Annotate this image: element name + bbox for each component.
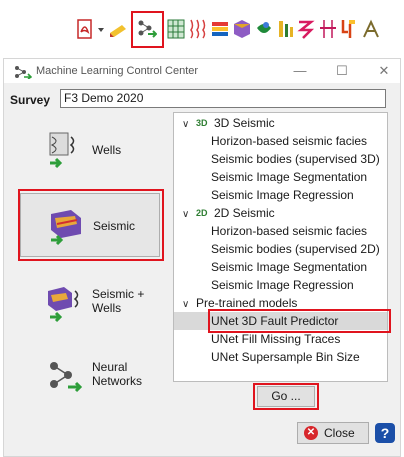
analysis-icon[interactable] xyxy=(361,18,381,40)
2d-seismic-icon: 2D xyxy=(196,208,208,218)
dropdown-arrow-icon[interactable] xyxy=(96,18,106,40)
well-logs-icon[interactable] xyxy=(188,18,208,40)
method-tree: ∨ 3D 3D Seismic Horizon-based seismic faci… xyxy=(173,112,388,382)
tree-item[interactable]: Seismic Image Segmentation xyxy=(174,258,387,276)
svg-text:3D: 3D xyxy=(196,118,208,128)
pencil-icon[interactable] xyxy=(108,18,128,40)
seismic-wells-label-line1: Seismic + xyxy=(92,287,145,301)
log-tools-icon[interactable] xyxy=(318,18,338,40)
survey-field[interactable]: F3 Demo 2020 xyxy=(60,89,386,108)
seismic-wells-label-line2: Wells xyxy=(92,301,122,315)
neural-networks-label-line1: Neural xyxy=(92,360,128,374)
bodies-icon[interactable] xyxy=(254,18,274,40)
survey-label: Survey xyxy=(10,93,51,107)
surfaces-icon[interactable] xyxy=(232,18,252,40)
tree-group-2d-seismic[interactable]: ∨ 2D 2D Seismic xyxy=(174,204,387,222)
toolbar-highlight-frame xyxy=(131,11,164,48)
wells-label: Wells xyxy=(92,143,122,157)
wells-category-button[interactable]: Wells xyxy=(20,117,160,181)
tree-group-3d-seismic[interactable]: ∨ 3D 3D Seismic xyxy=(174,114,387,132)
tree-item[interactable]: Seismic Image Segmentation xyxy=(174,168,387,186)
neural-network-icon xyxy=(50,362,83,393)
help-button[interactable]: ? xyxy=(375,423,395,443)
seismic-wells-category-button[interactable]: Seismic + Wells xyxy=(20,271,160,335)
machine-learning-icon xyxy=(15,66,32,79)
window-title: Machine Learning Control Center xyxy=(36,65,199,77)
grid-icon[interactable] xyxy=(166,18,186,40)
svg-text:2D: 2D xyxy=(196,208,208,218)
horizons-icon[interactable] xyxy=(210,18,230,40)
tree-group-label: 3D Seismic xyxy=(214,116,275,130)
close-label: Close xyxy=(324,426,355,440)
selected-item-highlight-frame xyxy=(208,309,391,333)
seismic-wells-icon xyxy=(48,287,79,323)
tree-item[interactable]: Horizon-based seismic facies xyxy=(174,222,387,240)
tree-item[interactable]: Horizon-based seismic facies xyxy=(174,132,387,150)
crossplot-icon[interactable] xyxy=(276,18,296,40)
close-button[interactable]: ✕ Close xyxy=(297,422,369,444)
neural-networks-category-button[interactable]: Neural Networks xyxy=(20,343,160,407)
tree-item[interactable]: Seismic bodies (supervised 3D) xyxy=(174,150,387,168)
tree-item[interactable]: Seismic bodies (supervised 2D) xyxy=(174,240,387,258)
go-highlight-frame xyxy=(253,383,319,410)
ml-control-center-dialog: Machine Learning Control Center — ☐ ✕ Su… xyxy=(3,58,401,457)
volumes-icon[interactable] xyxy=(339,18,359,40)
minimize-button[interactable]: — xyxy=(290,62,310,80)
tree-item[interactable]: UNet Supersample Bin Size xyxy=(174,348,387,366)
maximize-button[interactable]: ☐ xyxy=(332,62,352,80)
tree-item[interactable]: Seismic Image Regression xyxy=(174,276,387,294)
close-window-button[interactable]: ✕ xyxy=(374,62,394,80)
neural-networks-label-line2: Networks xyxy=(92,374,143,388)
tree-group-label: 2D Seismic xyxy=(214,206,275,220)
pdf-export-icon[interactable] xyxy=(75,18,95,40)
main-toolbar xyxy=(0,0,404,50)
tree-item[interactable]: Seismic Image Regression xyxy=(174,186,387,204)
3d-seismic-icon: 3D xyxy=(196,118,208,128)
close-icon: ✕ xyxy=(304,426,318,440)
title-bar: Machine Learning Control Center — ☐ ✕ xyxy=(4,59,400,83)
wells-icon xyxy=(49,132,75,169)
tree-group-label: Pre-trained models xyxy=(196,296,298,310)
attributes-icon[interactable] xyxy=(296,18,316,40)
seismic-highlight-frame xyxy=(18,189,164,261)
